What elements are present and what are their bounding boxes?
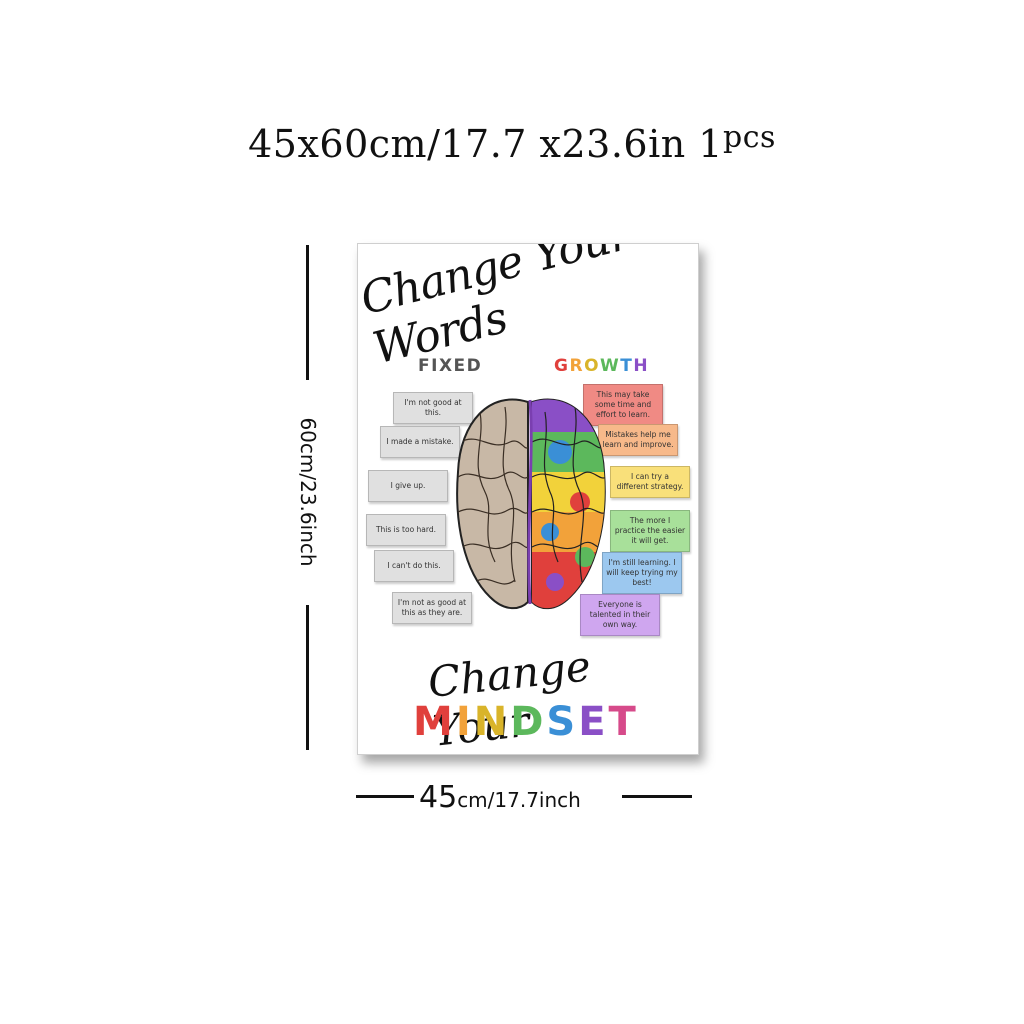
brain-illustration (456, 398, 606, 610)
height-label: 60cm/23.6inch (296, 417, 320, 567)
growth-card: The more I practice the easier it will g… (610, 510, 690, 552)
fixed-heading: FIXED (418, 356, 483, 376)
mindset-letter: T (608, 699, 639, 745)
mindset-letter: S (546, 699, 579, 745)
mindset-letter: I (455, 699, 474, 745)
growth-heading-letter: H (633, 356, 650, 376)
growth-card: I can try a different strategy. (610, 466, 690, 498)
growth-heading-letter: W (600, 356, 621, 376)
mindset-word: MINDSET (413, 699, 639, 745)
growth-heading-letter: T (620, 356, 634, 376)
growth-heading-letter: G (554, 356, 570, 376)
size-text: 45x60cm/17.7 x23.6in 1 (248, 122, 723, 166)
mindset-letter: N (473, 699, 511, 745)
growth-heading: GROWTH (554, 356, 649, 376)
mindset-letter: M (413, 699, 456, 745)
mindset-letter: E (578, 699, 609, 745)
width-dimension-line-left (356, 795, 414, 798)
pcs-text: pcs (722, 120, 776, 155)
mindset-letter: D (510, 699, 547, 745)
width-dimension-line-right (622, 795, 692, 798)
fixed-card: I made a mistake. (380, 426, 460, 458)
growth-card: Mistakes help me learn and improve. (598, 424, 678, 456)
brain-left-hemisphere (456, 398, 529, 610)
width-label-number: 45 (419, 780, 458, 815)
brain-center-line (527, 399, 533, 605)
size-title: 45x60cm/17.7 x23.6in 1pcs (0, 120, 1024, 166)
growth-card: I'm still learning. I will keep trying m… (602, 552, 682, 594)
fixed-card: This is too hard. (366, 514, 446, 546)
width-label: 45cm/17.7inch (419, 780, 581, 815)
height-dimension-line-bottom (306, 605, 309, 750)
poster: Change Your Words FIXED GROWTH I'm not g… (357, 243, 699, 755)
growth-heading-letter: R (569, 356, 585, 376)
fixed-card: I give up. (368, 470, 448, 502)
width-label-unit: cm/17.7inch (457, 788, 581, 812)
growth-heading-letter: O (584, 356, 601, 376)
poster-title-script: Change Your Words (357, 243, 635, 375)
height-dimension-line-top (306, 245, 309, 380)
fixed-card: I can't do this. (374, 550, 454, 582)
